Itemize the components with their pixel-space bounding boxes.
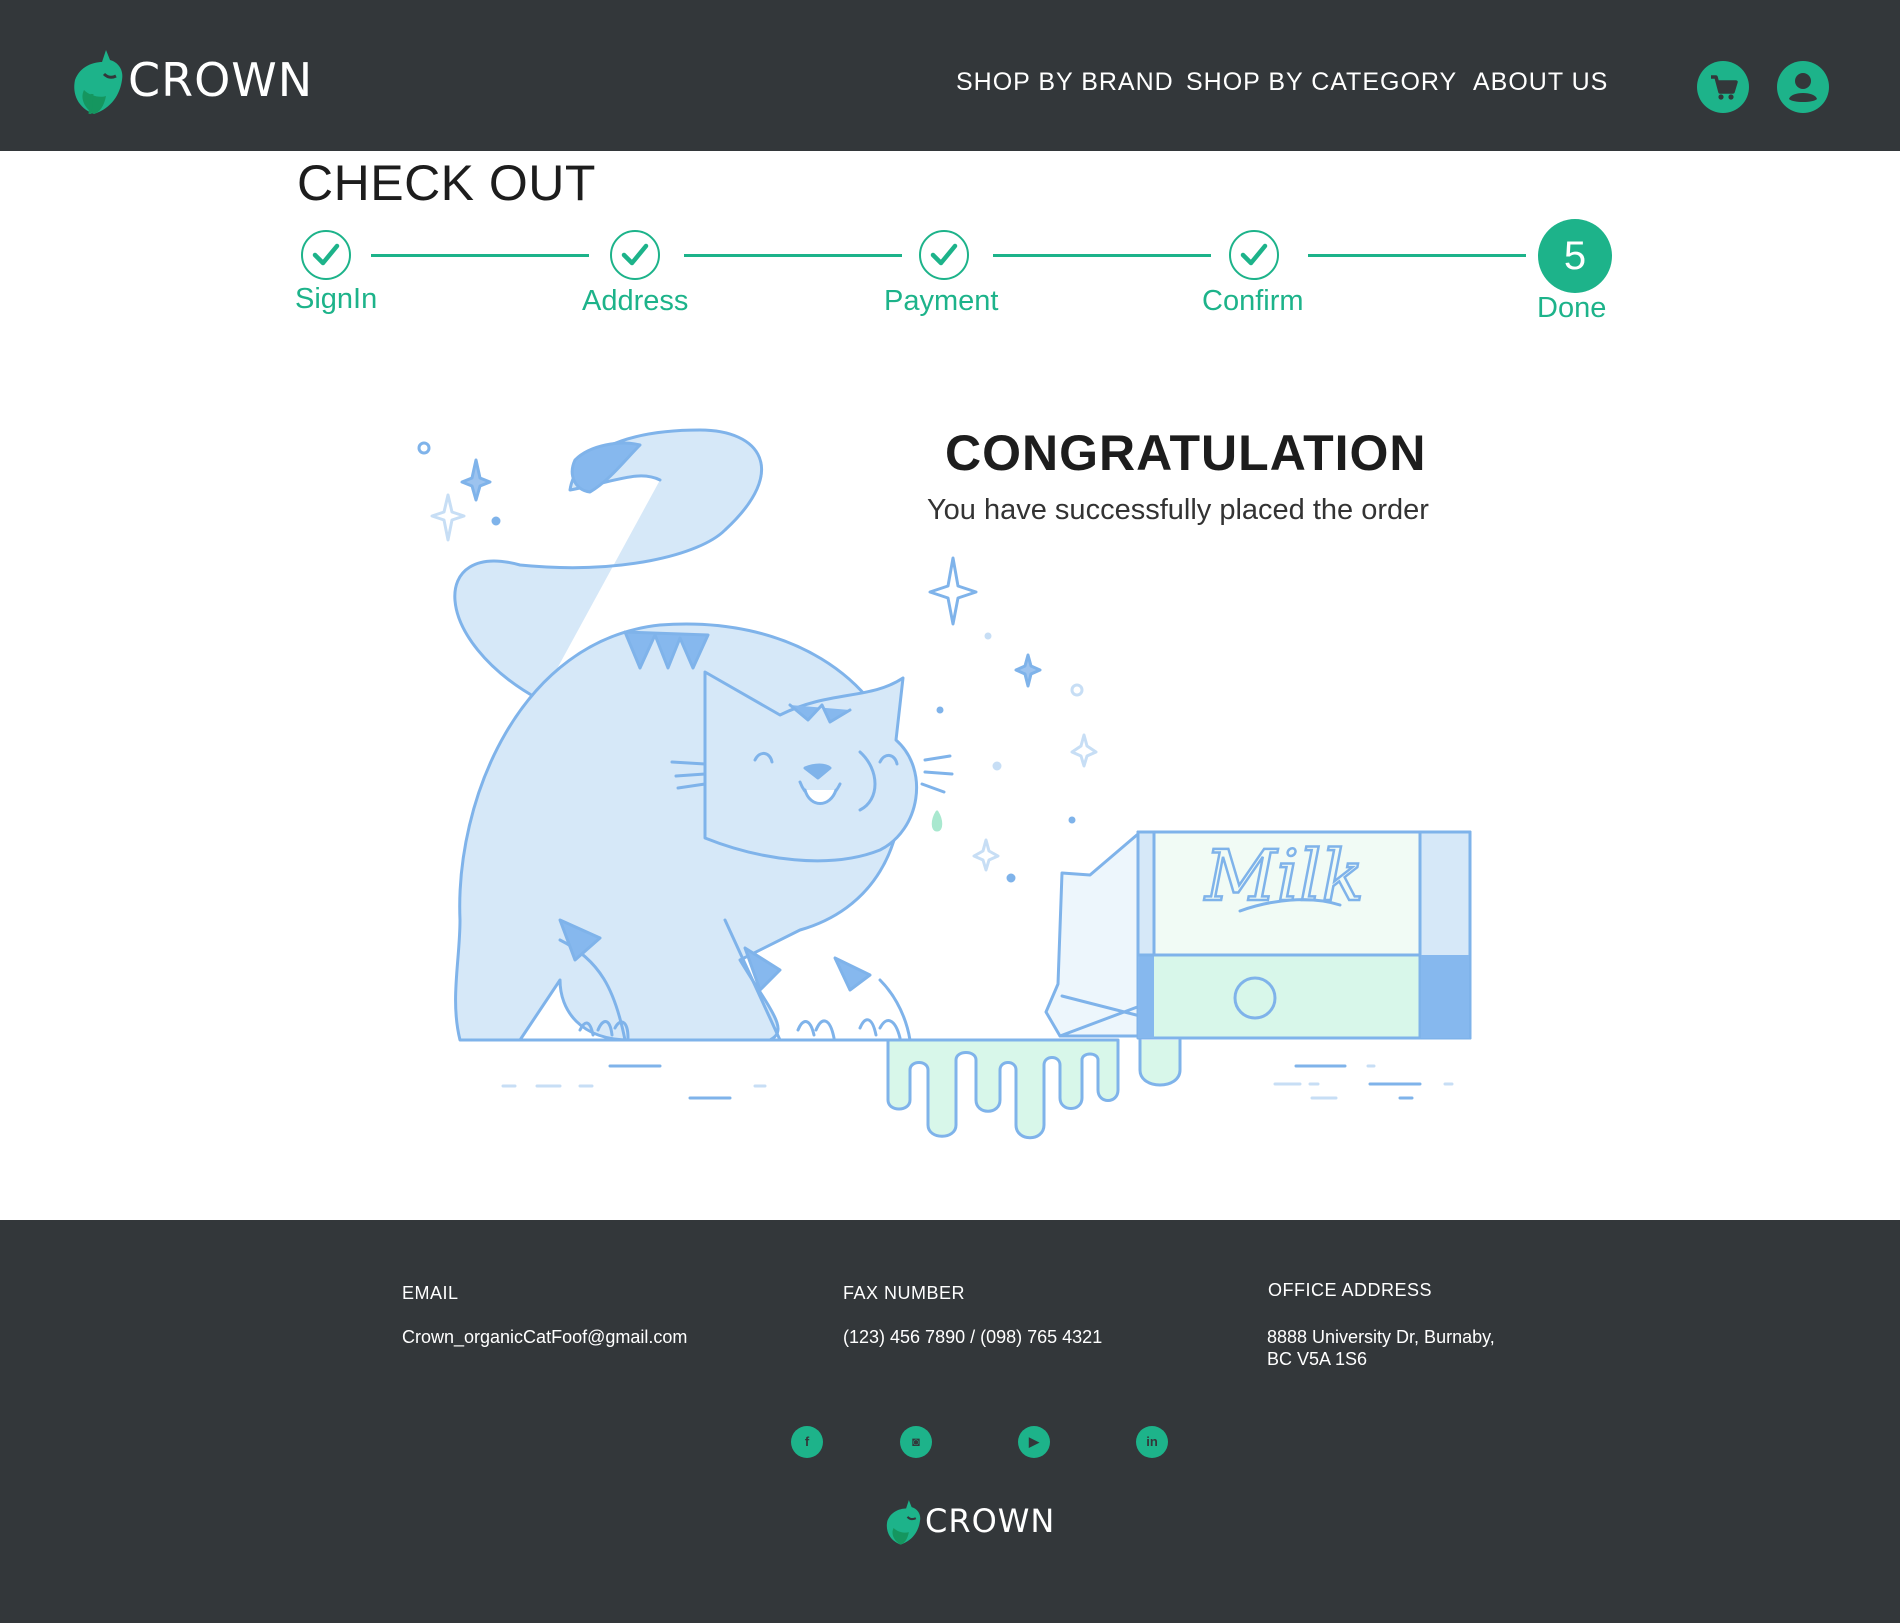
footer-brand-name: CROWN xyxy=(925,1502,1056,1540)
step-label-address: Address xyxy=(582,285,689,317)
check-icon xyxy=(312,243,340,266)
cat-leaf-logo-icon xyxy=(886,1500,921,1545)
footer-address-line1: 8888 University Dr, Burnaby, xyxy=(1267,1327,1495,1347)
footer-brand-logo[interactable]: CROWN xyxy=(885,1496,1055,1546)
step-label-signin: SignIn xyxy=(295,283,378,315)
step-connector xyxy=(1308,254,1526,257)
page-title: CHECK OUT xyxy=(297,155,596,211)
nav-about-us[interactable]: ABOUT US xyxy=(1473,68,1608,97)
step-label-done: Done xyxy=(1537,292,1607,324)
user-icon xyxy=(1789,73,1817,102)
footer-address-label: OFFICE ADDRESS xyxy=(1268,1280,1433,1300)
footer-email-value[interactable]: Crown_organicCatFoof@gmail.com xyxy=(402,1326,687,1348)
footer-address-line2: BC V5A 1S6 xyxy=(1267,1349,1368,1369)
youtube-icon[interactable]: ▶ xyxy=(1018,1426,1050,1458)
step-connector xyxy=(993,254,1211,257)
cat-milk-illustration: Milk xyxy=(417,428,1472,1140)
step-done-number: 5 xyxy=(1538,219,1612,293)
cart-icon xyxy=(1711,75,1738,100)
instagram-icon[interactable]: ◙ xyxy=(900,1426,932,1458)
carton-milk-label: Milk xyxy=(1203,835,1364,917)
linkedin-icon[interactable]: in xyxy=(1136,1426,1168,1458)
top-navbar: CROWN SHOP BY BRAND SHOP BY CATEGORY ABO… xyxy=(0,0,1900,151)
site-footer xyxy=(0,1220,1900,1623)
check-icon xyxy=(1240,243,1268,266)
cart-button[interactable] xyxy=(1697,61,1749,113)
step-connector xyxy=(371,254,589,257)
step-payment-check xyxy=(919,230,969,280)
brand-name: CROWN xyxy=(128,53,314,107)
cat-leaf-logo-icon xyxy=(74,50,123,115)
step-confirm-check xyxy=(1229,230,1279,280)
check-icon xyxy=(930,243,958,266)
facebook-icon[interactable]: f xyxy=(791,1426,823,1458)
step-address-check xyxy=(610,230,660,280)
step-connector xyxy=(684,254,902,257)
footer-fax-value: (123) 456 7890 / (098) 765 4321 xyxy=(843,1327,1103,1347)
footer-fax-label: FAX NUMBER xyxy=(843,1283,966,1303)
footer-email-label: EMAIL xyxy=(402,1283,459,1303)
step-signin-check xyxy=(301,230,351,280)
nav-shop-by-category[interactable]: SHOP BY CATEGORY xyxy=(1186,68,1457,97)
account-button[interactable] xyxy=(1777,61,1829,113)
step-label-confirm: Confirm xyxy=(1202,285,1304,317)
check-icon xyxy=(621,243,649,266)
nav-shop-by-brand[interactable]: SHOP BY BRAND xyxy=(956,68,1174,97)
brand-logo[interactable]: CROWN xyxy=(72,44,313,116)
step-label-payment: Payment xyxy=(884,285,999,317)
